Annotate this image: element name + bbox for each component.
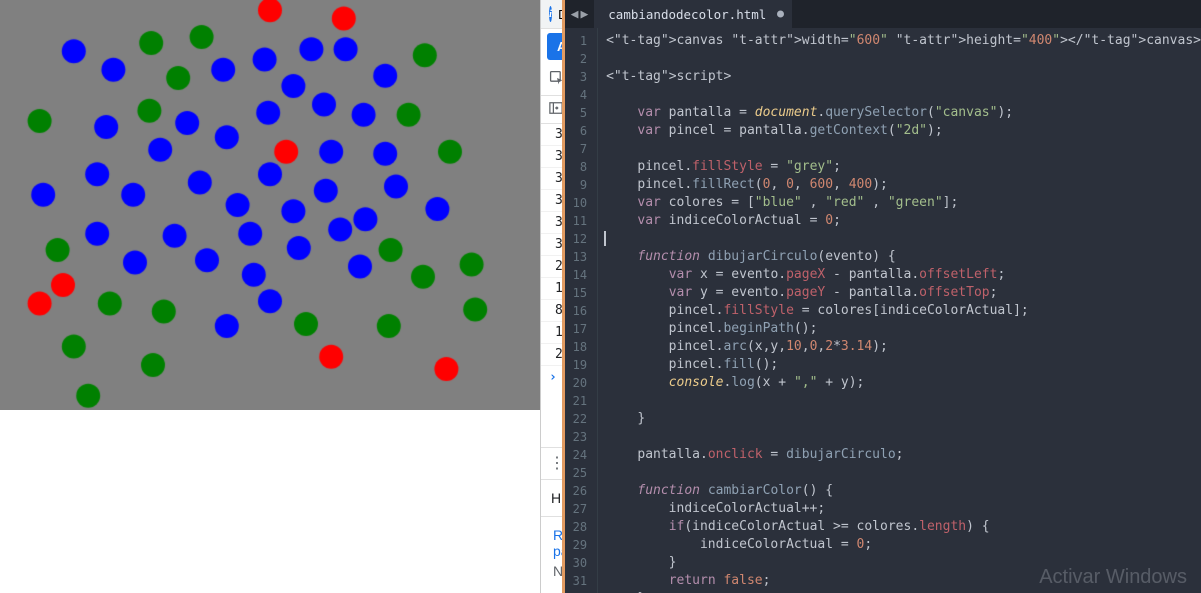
console-log-row[interactable]: 367,75 (541, 190, 562, 212)
devtools-drawer: ⋮ Console Wha Highlights from the Record… (541, 447, 562, 593)
code-area[interactable]: <"t-tag">canvas "t-attr">width="600" "t-… (598, 28, 1201, 593)
devtools-panel: i DevTools is now a Always match Chro El… (540, 0, 562, 593)
console-log-row[interactable]: 305,4 (541, 212, 562, 234)
devtools-main-toolbar: Elemen (541, 64, 562, 96)
console-log-row[interactable]: 165,119 (541, 278, 562, 300)
console-log-row[interactable]: 183,124 (541, 322, 562, 344)
console-log-row[interactable]: 216,114 (541, 344, 562, 366)
drawing-canvas[interactable] (0, 0, 540, 410)
file-tab[interactable]: cambiandodecolor.html (594, 0, 792, 28)
info-icon: i (549, 6, 552, 22)
devtools-info-banner: i DevTools is now a (541, 0, 562, 29)
highlights-heading: Highlights from the (541, 480, 562, 517)
always-match-chrome-button[interactable]: Always match Chro (547, 33, 562, 60)
file-tab-label: cambiandodecolor.html (608, 7, 766, 22)
console-log-list[interactable]: 318,84342,87379,51367,75305,4316,51249,7… (541, 124, 562, 447)
nav-back-icon[interactable]: ◀ (571, 7, 579, 22)
editor-tabbar: ◀ ▶ cambiandodecolor.html (565, 0, 1201, 28)
kebab-menu-icon[interactable]: ⋮ (549, 456, 562, 472)
console-log-row[interactable]: 82,106 (541, 300, 562, 322)
line-gutter: 1234567891011121314151617181920212223242… (565, 28, 598, 593)
inspect-element-icon[interactable] (549, 70, 562, 89)
console-sidebar-toggle-icon[interactable] (549, 101, 562, 118)
console-toolbar: top ▾ (541, 96, 562, 124)
editor-body[interactable]: 1234567891011121314151617181920212223242… (565, 28, 1201, 593)
unsaved-dot-icon (777, 11, 784, 18)
console-log-row[interactable]: 318,84 (541, 124, 562, 146)
code-editor: ◀ ▶ cambiandodecolor.html 12345678910111… (562, 0, 1201, 593)
console-log-row[interactable]: 379,51 (541, 168, 562, 190)
console-log-row[interactable]: 316,51 (541, 234, 562, 256)
rendered-page (0, 0, 540, 593)
nav-forward-icon[interactable]: ▶ (580, 7, 588, 22)
console-log-row[interactable]: 249,73 (541, 256, 562, 278)
recorder-card[interactable]: Recorder panel New step contex (541, 517, 562, 593)
console-prompt-icon[interactable]: › (541, 366, 562, 389)
console-log-row[interactable]: 342,87 (541, 146, 562, 168)
